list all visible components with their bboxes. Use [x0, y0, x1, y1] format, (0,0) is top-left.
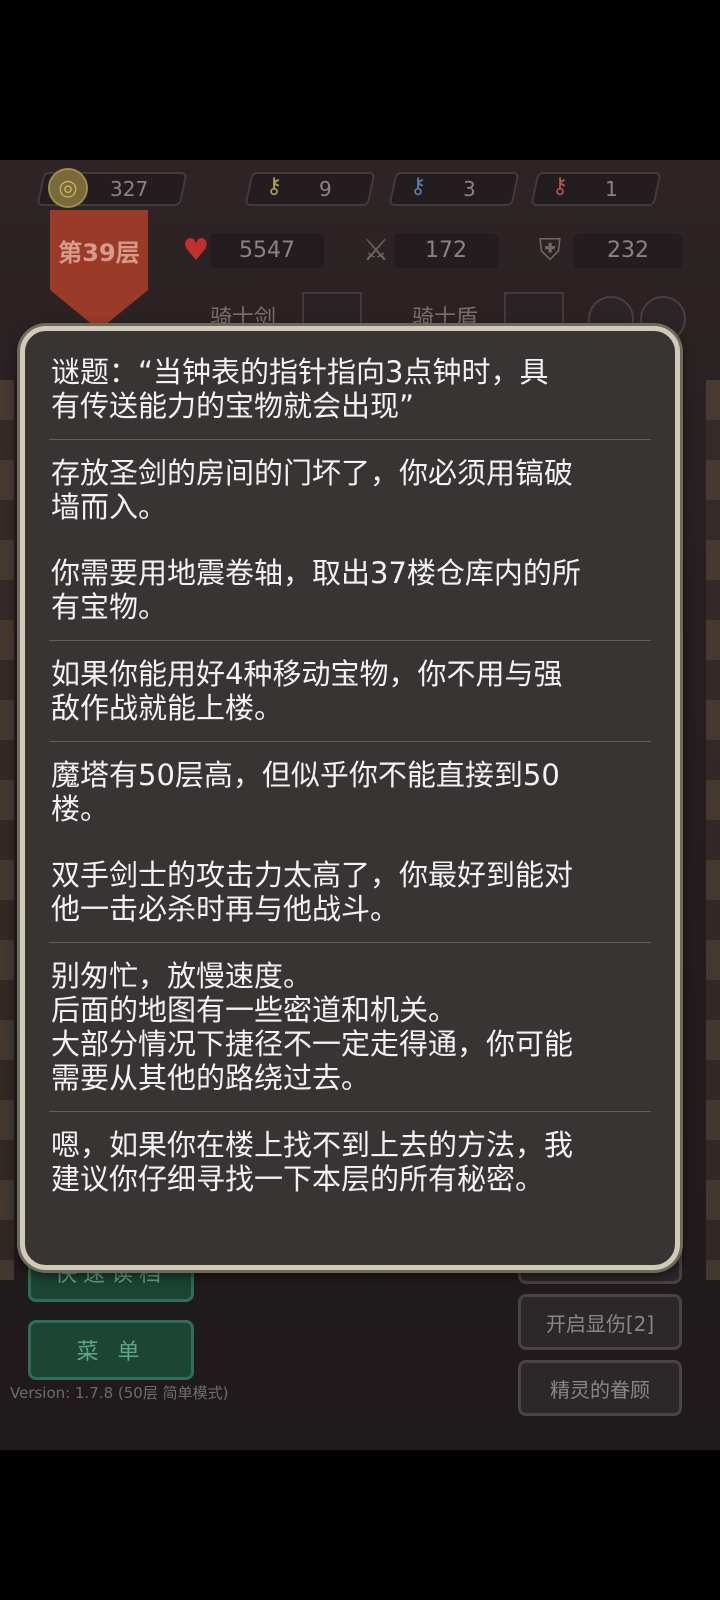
right-wall-decoration [706, 380, 720, 1280]
hint-line: 大部分情况下捷径不一定走得通，你可能 [51, 1027, 574, 1061]
hint-line: 有宝物。 [51, 590, 168, 624]
yellow-key-icon: ⚷ [265, 173, 283, 199]
hint-line: 嗯，如果你在楼上找不到上去的方法，我 [51, 1128, 574, 1162]
shield-icon: ⛨ [538, 232, 562, 268]
hint-item: 别匆忙，放慢速度。 后面的地图有一些密道和机关。 大部分情况下捷径不一定走得通，… [49, 959, 651, 1112]
crossed-swords-icon: ⚔ [362, 232, 390, 268]
hint-line: 建议你仔细寻找一下本层的所有秘密。 [51, 1162, 545, 1196]
menu-button[interactable]: 菜 单 [28, 1320, 194, 1380]
hint-line: 你需要用地震卷轴，取出37楼仓库内的所 [51, 556, 581, 590]
fairy-favor-button[interactable]: 精灵的眷顾 [518, 1360, 682, 1416]
hint-line: 楼。 [51, 792, 110, 826]
hint-item: 存放圣剑的房间的门坏了，你必须用镐破 墙而入。 [49, 456, 651, 540]
attack-value: 172 [425, 238, 467, 263]
hint-item: 如果你能用好4种移动宝物，你不用与强 敌作战就能上楼。 [49, 657, 651, 742]
hint-line: 后面的地图有一些密道和机关。 [51, 993, 458, 1027]
hint-line: 敌作战就能上楼。 [51, 691, 284, 725]
left-wall-decoration [0, 380, 14, 1280]
hint-line: 有传送能力的宝物就会出现” [51, 389, 415, 423]
defense-stat: 232 [574, 234, 682, 268]
hint-line: 双手剑士的攻击力太高了，你最好到能对 [51, 858, 574, 892]
floor-banner-tip [50, 290, 148, 330]
hint-item: 双手剑士的攻击力太高了，你最好到能对 他一击必杀时再与他战斗。 [49, 858, 651, 943]
hint-line: 别匆忙，放慢速度。 [51, 959, 313, 993]
hint-item: 你需要用地震卷轴，取出37楼仓库内的所 有宝物。 [49, 556, 651, 641]
hint-item: 谜题：“当钟表的指针指向3点钟时，具 有传送能力的宝物就会出现” [49, 355, 651, 440]
hp-stat: 5547 [210, 234, 324, 268]
hint-item: 嗯，如果你在楼上找不到上去的方法，我 建议你仔细寻找一下本层的所有秘密。 [49, 1128, 651, 1212]
version-label: Version: 1.7.8 (50层 简单模式) [10, 1384, 229, 1402]
floor-banner: 第39层 [50, 210, 148, 290]
attack-stat: 172 [394, 234, 498, 268]
hint-line: 他一击必杀时再与他战斗。 [51, 892, 400, 926]
hint-line: 存放圣剑的房间的门坏了，你必须用镐破 [51, 456, 574, 490]
hint-line: 墙而入。 [51, 490, 168, 524]
yellow-key-value: 9 [319, 177, 332, 201]
hint-line: 谜题：“当钟表的指针指向3点钟时，具 [51, 355, 549, 389]
hp-value: 5547 [239, 238, 295, 263]
red-key-value: 1 [605, 177, 618, 201]
hint-item: 魔塔有50层高，但似乎你不能直接到50 楼。 [49, 758, 651, 842]
hint-line: 需要从其他的路绕过去。 [51, 1061, 371, 1095]
hint-line: 如果你能用好4种移动宝物，你不用与强 [51, 657, 563, 691]
blue-key-value: 3 [463, 177, 476, 201]
hint-line: 魔塔有50层高，但似乎你不能直接到50 [51, 758, 560, 792]
red-key-icon: ⚷ [551, 173, 569, 199]
coin-icon: ◎ [48, 168, 88, 208]
show-damage-button[interactable]: 开启显伤[2] [518, 1294, 682, 1350]
blue-key-icon: ⚷ [409, 173, 427, 199]
defense-value: 232 [607, 238, 649, 263]
gold-value: 327 [109, 177, 148, 201]
hint-dialog[interactable]: 谜题：“当钟表的指针指向3点钟时，具 有传送能力的宝物就会出现” 存放圣剑的房间… [20, 326, 680, 1270]
